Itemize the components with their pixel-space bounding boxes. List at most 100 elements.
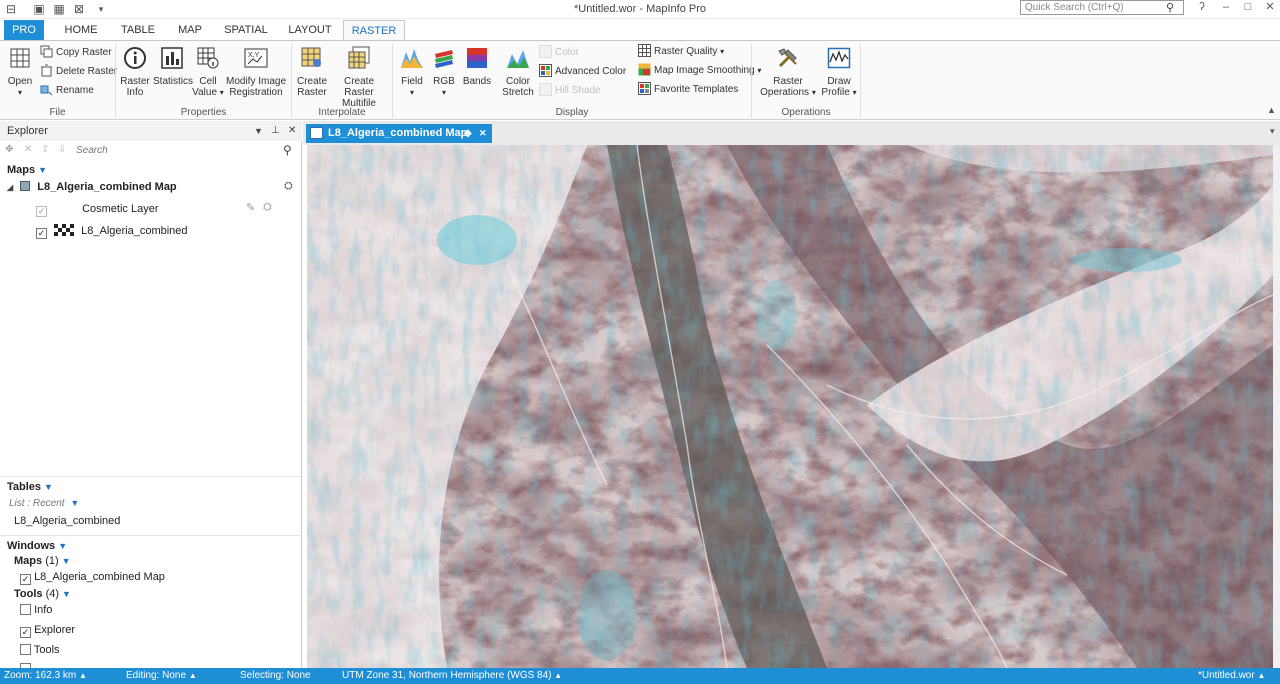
map-tree-item[interactable]: ◢ L8_Algeria_combined Map — [7, 181, 177, 193]
list-recent-dropdown-icon[interactable]: ▼ — [70, 498, 79, 508]
field-dropdown-icon[interactable]: ▾ — [398, 87, 426, 98]
open-button[interactable]: Open ▾ — [5, 46, 35, 98]
editing-status[interactable]: Editing: None ▲ — [126, 668, 197, 684]
bands-button[interactable]: Bands — [462, 46, 492, 87]
layer-visibility-checkbox[interactable]: ✓ — [36, 228, 47, 239]
move-up-icon[interactable]: ⇧ — [41, 144, 49, 155]
tables-section-toggle-icon[interactable]: ▼ — [44, 482, 53, 492]
group-file-label: File — [49, 107, 66, 118]
raster-operations-button[interactable]: Raster Operations ▾ — [758, 46, 818, 98]
open-dropdown-icon[interactable]: ▾ — [5, 87, 35, 98]
tools-subgroup-toggle-icon[interactable]: ▼ — [62, 589, 71, 599]
tab-list-dropdown-icon[interactable]: ▾ — [1270, 126, 1275, 137]
list-recent-dropdown[interactable]: List : Recent ▼ — [9, 498, 79, 509]
maps-subgroup[interactable]: Maps (1) ▼ — [14, 555, 71, 567]
projection-dropdown-icon[interactable]: ▲ — [554, 671, 562, 680]
tab-spatial[interactable]: SPATIAL — [220, 20, 272, 40]
close-panel-icon[interactable]: ✕ — [288, 121, 296, 141]
add-icon[interactable]: ✥ — [5, 144, 13, 155]
layer-item-raster[interactable]: ✓ L8_Algeria_combined — [36, 224, 188, 239]
create-raster-multifile-button[interactable]: Create Raster Multifile — [330, 46, 388, 109]
windows-section-header[interactable]: Windows ▼ — [7, 540, 67, 552]
search-icon[interactable]: ⚲ — [1166, 1, 1174, 14]
cell-value-dropdown-icon[interactable]: ▾ — [220, 88, 224, 97]
tab-pro[interactable]: PRO — [4, 20, 44, 40]
move-down-icon[interactable]: ⇩ — [58, 144, 66, 155]
maps-subgroup-toggle-icon[interactable]: ▼ — [62, 556, 71, 566]
color-stretch-button[interactable]: Color Stretch — [500, 46, 536, 98]
maps-section-header[interactable]: Maps ▼ — [7, 164, 47, 176]
zoom-status[interactable]: Zoom: 162.3 km ▲ — [4, 668, 87, 684]
tab-map[interactable]: MAP — [170, 20, 210, 40]
zoom-dropdown-icon[interactable]: ▲ — [79, 671, 87, 680]
statistics-button[interactable]: Statistics — [153, 46, 193, 87]
remove-icon[interactable]: ✕ — [24, 144, 32, 155]
tab-pin-icon[interactable]: ◈ — [464, 124, 472, 143]
draw-profile-button[interactable]: Draw Profile ▾ — [820, 46, 858, 98]
raster-operations-dropdown-icon[interactable]: ▾ — [812, 88, 816, 97]
cell-value-button[interactable]: Cell Value ▾ — [192, 46, 224, 98]
tool-item-info[interactable]: Info — [20, 604, 52, 616]
map-image-smoothing-button[interactable]: Map Image Smoothing ▾ — [638, 63, 761, 79]
color-button[interactable]: Color — [539, 45, 579, 61]
copy-raster-button[interactable]: Copy Raster — [40, 45, 112, 61]
help-icon[interactable]: ʔ — [1192, 0, 1212, 16]
layer-visibility-checkbox[interactable]: ✓ — [36, 206, 47, 217]
editing-dropdown-icon[interactable]: ▲ — [189, 671, 197, 680]
explorer-search-input[interactable]: Search — [76, 145, 276, 156]
draw-profile-dropdown-icon[interactable]: ▾ — [853, 88, 857, 97]
layer-item-cosmetic[interactable]: ✓ Cosmetic Layer — [36, 203, 158, 217]
table-item[interactable]: L8_Algeria_combined — [14, 515, 120, 527]
tool-checkbox[interactable]: ✓ — [20, 627, 31, 638]
map-document-tab[interactable]: L8_Algeria_combined Map ◈ ✕ — [306, 124, 492, 143]
map-icon — [20, 181, 31, 191]
workspace-dropdown-icon[interactable]: ▲ — [1257, 671, 1265, 680]
edit-icon[interactable]: ✎ — [246, 201, 255, 214]
tool-checkbox[interactable] — [20, 604, 31, 615]
favorite-templates-button[interactable]: Favorite Templates — [638, 82, 738, 98]
projection-status[interactable]: UTM Zone 31, Northern Hemisphere (WGS 84… — [342, 668, 562, 684]
maximize-icon[interactable]: □ — [1238, 0, 1258, 16]
tab-raster[interactable]: RASTER — [343, 20, 405, 41]
layer-control-icon[interactable]: ⛭ — [284, 180, 293, 193]
raster-quality-dropdown-icon[interactable]: ▾ — [720, 47, 724, 56]
map-vertical-scrollbar[interactable] — [1273, 145, 1280, 668]
map-name-label: L8_Algeria_combined Map — [37, 181, 177, 193]
workspace-status[interactable]: *Untitled.wor ▲ — [1198, 668, 1265, 684]
search-icon[interactable]: ⚲ — [283, 143, 292, 157]
tool-item-tools[interactable]: Tools — [20, 644, 60, 656]
field-button[interactable]: Field ▾ — [398, 46, 426, 98]
tab-home[interactable]: HOME — [58, 20, 104, 40]
hill-shade-button[interactable]: Hill Shade — [539, 83, 601, 99]
maps-section-toggle-icon[interactable]: ▼ — [38, 165, 47, 175]
quick-search-input[interactable]: Quick Search (Ctrl+Q) — [1020, 0, 1184, 15]
window-visibility-checkbox[interactable]: ✓ — [20, 574, 31, 585]
close-icon[interactable]: ✕ — [1260, 0, 1280, 16]
tables-section-header[interactable]: Tables ▼ — [7, 481, 53, 493]
rename-button[interactable]: Rename — [40, 83, 94, 99]
tab-close-icon[interactable]: ✕ — [479, 124, 487, 143]
raster-quality-button[interactable]: Raster Quality ▾ — [638, 44, 724, 60]
raster-image[interactable] — [307, 145, 1273, 668]
windows-section-toggle-icon[interactable]: ▼ — [58, 541, 67, 551]
layer-properties-icon[interactable]: ⛭ — [263, 201, 272, 214]
modify-registration-button[interactable]: X,Y Modify Image Registration — [225, 46, 287, 98]
tab-table[interactable]: TABLE — [116, 20, 160, 40]
tool-item-explorer[interactable]: ✓ Explorer — [20, 624, 75, 638]
window-item-map[interactable]: ✓ L8_Algeria_combined Map — [20, 571, 165, 585]
map-canvas[interactable] — [307, 145, 1273, 668]
delete-raster-button[interactable]: Delete Raster — [40, 64, 117, 80]
expand-icon[interactable]: ◢ — [7, 183, 13, 192]
collapse-ribbon-icon[interactable]: ▲ — [1267, 105, 1276, 115]
create-raster-button[interactable]: Create Raster — [295, 46, 329, 98]
advanced-color-button[interactable]: Advanced Color — [539, 64, 626, 80]
raster-info-button[interactable]: Raster Info — [118, 46, 152, 98]
panel-menu-icon[interactable]: ▼ — [254, 121, 263, 141]
minimize-icon[interactable]: – — [1216, 0, 1236, 16]
rgb-button[interactable]: RGB ▾ — [430, 46, 458, 98]
tool-checkbox[interactable] — [20, 644, 31, 655]
tools-subgroup[interactable]: Tools (4) ▼ — [14, 588, 71, 600]
rgb-dropdown-icon[interactable]: ▾ — [430, 87, 458, 98]
tab-layout[interactable]: LAYOUT — [284, 20, 336, 40]
pin-icon[interactable]: ⊥ — [271, 121, 280, 141]
